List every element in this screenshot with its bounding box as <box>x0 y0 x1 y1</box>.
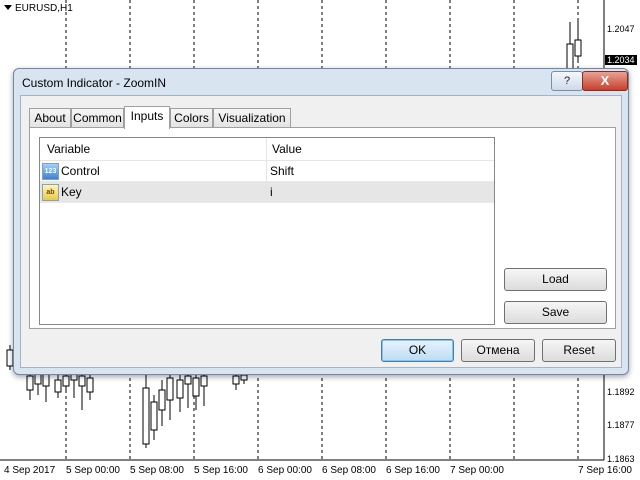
candle-body <box>158 389 166 411</box>
help-button[interactable]: ? <box>551 71 583 91</box>
price-tick: 1.1892 <box>607 387 635 397</box>
dropdown-triangle-icon[interactable] <box>4 5 12 10</box>
variable-name: Control <box>61 164 100 178</box>
symbol-label: EURUSD,H1 <box>4 3 73 14</box>
tab-about[interactable]: About <box>29 108 71 128</box>
candle-body <box>192 377 200 397</box>
numeric-type-icon: 123 <box>42 163 59 180</box>
date-tick: 5 Sep 16:00 <box>194 465 248 476</box>
candle-body <box>142 387 150 445</box>
date-tick: 5 Sep 00:00 <box>66 465 120 476</box>
table-header: Variable Value <box>40 138 494 161</box>
table-row[interactable]: 123 Control Shift <box>40 161 494 182</box>
variable-value[interactable]: i <box>270 185 273 199</box>
date-tick: 7 Sep 16:00 <box>578 465 632 476</box>
candle-body <box>42 373 50 387</box>
candle-body <box>150 401 158 431</box>
ok-button[interactable]: OK <box>381 339 454 362</box>
tab-colors[interactable]: Colors <box>170 108 213 128</box>
column-divider[interactable] <box>266 138 267 160</box>
variable-value[interactable]: Shift <box>270 164 294 178</box>
save-button[interactable]: Save <box>504 301 607 324</box>
date-tick: 6 Sep 16:00 <box>386 465 440 476</box>
tab-inputs[interactable]: Inputs <box>124 106 170 129</box>
table-row[interactable]: ab Key i <box>40 182 494 203</box>
candle-body <box>176 379 184 399</box>
candle-body <box>184 375 192 385</box>
inputs-table[interactable]: Variable Value 123 Control Shift ab Key … <box>39 137 495 325</box>
column-divider <box>266 182 267 202</box>
price-tick: 1.1863 <box>607 454 635 464</box>
tab-visualization[interactable]: Visualization <box>213 108 291 128</box>
dialog-client-area: About Common Inputs Colors Visualization… <box>20 95 622 368</box>
close-icon: X <box>600 73 610 88</box>
column-divider <box>266 161 267 181</box>
candle-body <box>54 379 62 393</box>
inputs-panel: Variable Value 123 Control Shift ab Key … <box>29 127 616 329</box>
custom-indicator-dialog: Custom Indicator - ZoomIN ? X About Comm… <box>13 68 629 375</box>
date-tick: 6 Sep 00:00 <box>258 465 312 476</box>
load-button[interactable]: Load <box>504 268 607 291</box>
column-header-value[interactable]: Value <box>272 142 302 156</box>
price-tick: 1.1877 <box>607 420 635 430</box>
candle-body <box>166 377 174 401</box>
date-tick: 5 Sep 08:00 <box>130 465 184 476</box>
candle-body <box>200 375 208 387</box>
reset-button[interactable]: Reset <box>542 339 616 362</box>
dialog-titlebar[interactable]: Custom Indicator - ZoomIN ? X <box>14 69 628 97</box>
variable-name: Key <box>61 185 82 199</box>
close-button[interactable]: X <box>582 71 628 91</box>
date-tick: 6 Sep 08:00 <box>322 465 376 476</box>
string-type-icon: ab <box>42 184 59 201</box>
symbol-text: EURUSD,H1 <box>15 3 73 14</box>
candle-body <box>232 375 240 385</box>
candle-body <box>26 375 34 391</box>
price-tick: 1.2047 <box>607 24 635 34</box>
candle-body <box>240 374 248 381</box>
cancel-button[interactable]: Отмена <box>461 339 535 362</box>
date-tick: 4 Sep 2017 <box>4 465 56 476</box>
column-header-variable[interactable]: Variable <box>47 142 90 156</box>
candle-body <box>78 375 86 387</box>
tab-common[interactable]: Common <box>71 108 124 128</box>
dialog-title: Custom Indicator - ZoomIN <box>22 76 167 90</box>
candle-body <box>62 375 70 387</box>
current-price-badge: 1.2034 <box>605 55 637 65</box>
date-tick: 7 Sep 00:00 <box>450 465 504 476</box>
candle-body <box>574 39 582 57</box>
candle-body <box>86 377 94 393</box>
help-icon: ? <box>563 75 571 87</box>
